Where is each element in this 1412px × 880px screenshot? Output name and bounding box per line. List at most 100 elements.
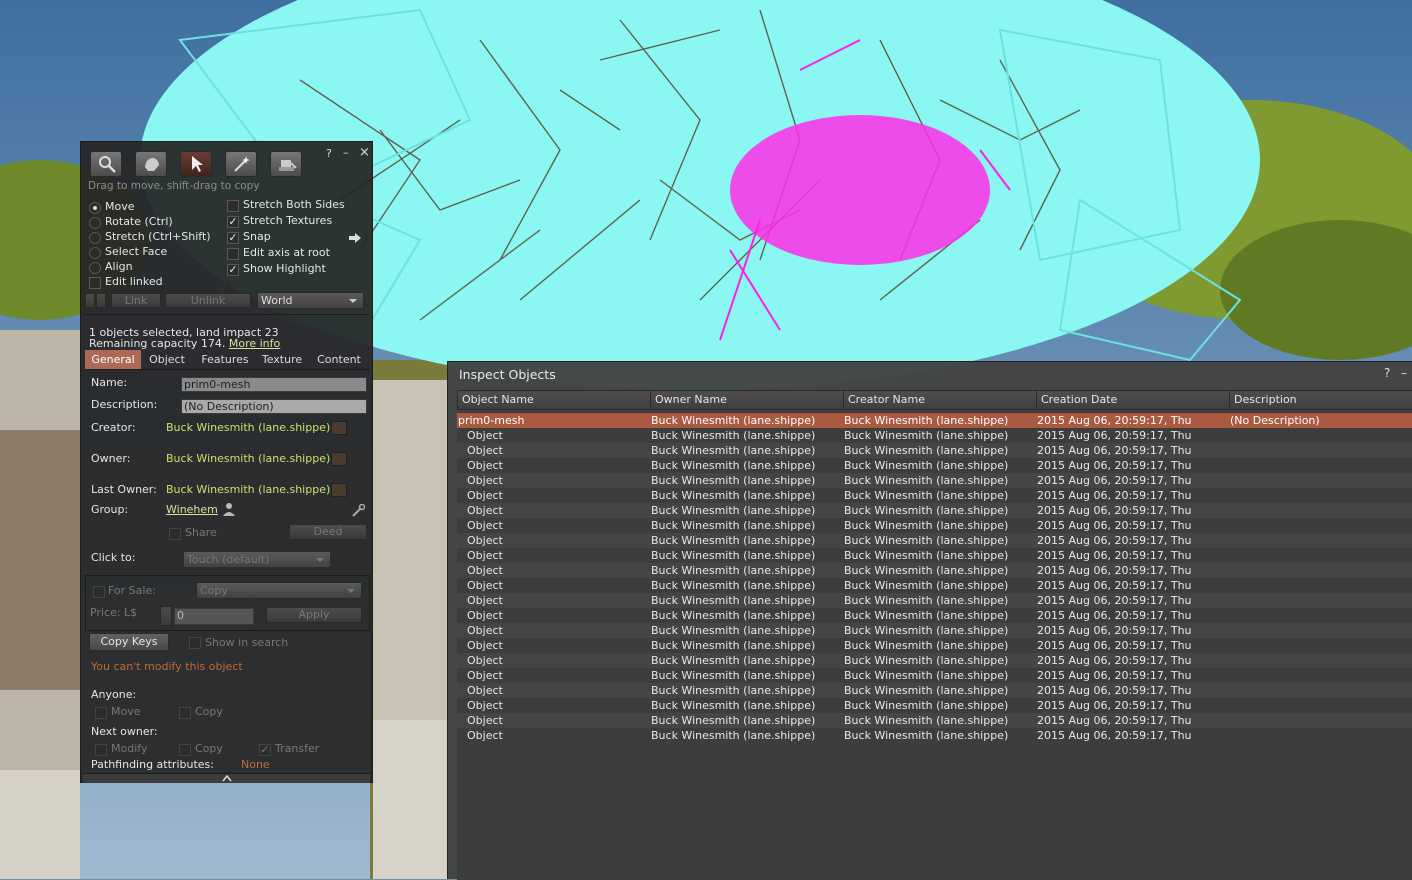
tab-content[interactable]: Content xyxy=(309,350,369,369)
help-button[interactable]: ? xyxy=(326,147,332,160)
table-row[interactable]: Object Buck Winesmith (lane.shippe) Buck W… xyxy=(457,518,1412,533)
table-row[interactable]: Object Buck Winesmith (lane.shippe) Buck W… xyxy=(457,503,1412,518)
table-row[interactable]: Object Buck Winesmith (lane.shippe) Buck W… xyxy=(457,593,1412,608)
stretch-both-sides-checkbox[interactable] xyxy=(227,200,239,212)
table-row[interactable]: Object Buck Winesmith (lane.shippe) Buck W… xyxy=(457,623,1412,638)
grid-options-arrow-icon[interactable] xyxy=(349,233,361,243)
edit-linked-label: Edit linked xyxy=(105,275,163,288)
column-header-description[interactable]: Description xyxy=(1229,390,1412,410)
table-row[interactable]: Object Buck Winesmith (lane.shippe) Buck W… xyxy=(457,668,1412,683)
next-transfer-checkbox[interactable]: ✓ xyxy=(259,744,271,756)
name-field[interactable]: prim0-mesh xyxy=(181,377,367,392)
build-tool-floater[interactable]: ? – × Drag to move, shift-drag to copy M… xyxy=(80,141,373,783)
table-row[interactable]: Object Buck Winesmith (lane.shippe) Buck W… xyxy=(457,578,1412,593)
unlink-button[interactable]: Unlink xyxy=(165,293,251,308)
column-header-creation-date[interactable]: Creation Date xyxy=(1036,390,1230,410)
anyone-copy-checkbox[interactable] xyxy=(179,707,191,719)
last-owner-value[interactable]: Buck Winesmith (lane.shippe) xyxy=(166,483,330,496)
table-row[interactable]: Object Buck Winesmith (lane.shippe) Buck W… xyxy=(457,548,1412,563)
cell-name: Object xyxy=(467,729,503,742)
next-copy-checkbox[interactable] xyxy=(179,744,191,756)
land-tool-button[interactable] xyxy=(270,151,302,177)
table-row[interactable]: Object Buck Winesmith (lane.shippe) Buck W… xyxy=(457,428,1412,443)
owner-value[interactable]: Buck Winesmith (lane.shippe) xyxy=(166,452,330,465)
column-header-creator-name[interactable]: Creator Name xyxy=(843,390,1037,410)
objects-list[interactable]: prim0-mesh Buck Winesmith (lane.shippe) Bu… xyxy=(457,411,1412,880)
owner-profile-icon[interactable] xyxy=(331,452,347,466)
table-row[interactable]: Object Buck Winesmith (lane.shippe) Buck W… xyxy=(457,563,1412,578)
minimize-button[interactable]: – xyxy=(1401,366,1407,380)
table-row[interactable]: Object Buck Winesmith (lane.shippe) Buck W… xyxy=(457,443,1412,458)
next-modify-checkbox[interactable] xyxy=(95,744,107,756)
mode-align-radio[interactable] xyxy=(89,262,101,274)
table-row[interactable]: Object Buck Winesmith (lane.shippe) Buck W… xyxy=(457,608,1412,623)
more-info-link[interactable]: More info xyxy=(229,337,280,350)
edit-axis-root-checkbox[interactable] xyxy=(227,248,239,260)
create-wand-button[interactable] xyxy=(225,151,257,177)
tab-texture[interactable]: Texture xyxy=(259,350,305,369)
share-checkbox[interactable] xyxy=(169,528,181,540)
table-row[interactable]: Object Buck Winesmith (lane.shippe) Buck W… xyxy=(457,488,1412,503)
close-button[interactable]: × xyxy=(359,145,370,160)
apply-button[interactable]: Apply xyxy=(266,607,362,623)
magnifier-icon xyxy=(99,156,116,173)
table-row[interactable]: Object Buck Winesmith (lane.shippe) Buck W… xyxy=(457,638,1412,653)
wrench-icon[interactable] xyxy=(351,504,365,518)
for-sale-checkbox[interactable] xyxy=(93,586,105,598)
mode-move-radio[interactable] xyxy=(89,202,101,214)
show-in-search-checkbox[interactable] xyxy=(189,637,201,649)
stretch-textures-checkbox[interactable]: ✓ xyxy=(227,216,239,228)
group-link[interactable]: Winehem xyxy=(166,503,218,516)
link-button[interactable]: Link xyxy=(111,293,161,308)
copy-keys-button[interactable]: Copy Keys xyxy=(89,633,169,651)
cell-creator: Buck Winesmith (lane.shippe) xyxy=(844,519,1009,532)
next-part-button[interactable] xyxy=(96,293,106,308)
creator-profile-icon[interactable] xyxy=(331,421,347,435)
column-header-owner-name[interactable]: Owner Name xyxy=(650,390,844,410)
cell-creator: Buck Winesmith (lane.shippe) xyxy=(844,714,1009,727)
edit-linked-checkbox[interactable] xyxy=(89,277,101,289)
price-field[interactable]: 0 xyxy=(174,608,254,625)
table-row[interactable]: Object Buck Winesmith (lane.shippe) Buck W… xyxy=(457,473,1412,488)
ruler-mode-dropdown[interactable]: World xyxy=(257,292,364,309)
create-tool-button[interactable] xyxy=(135,151,167,177)
cell-owner: Buck Winesmith (lane.shippe) xyxy=(651,654,816,667)
table-row[interactable]: Object Buck Winesmith (lane.shippe) Buck W… xyxy=(457,728,1412,743)
table-row[interactable]: Object Buck Winesmith (lane.shippe) Buck W… xyxy=(457,698,1412,713)
group-person-icon[interactable] xyxy=(222,502,236,516)
mode-select-face-radio[interactable] xyxy=(89,247,101,259)
table-row[interactable]: Object Buck Winesmith (lane.shippe) Buck W… xyxy=(457,713,1412,728)
click-action-dropdown[interactable]: Touch (default) xyxy=(183,551,331,568)
snap-checkbox[interactable]: ✓ xyxy=(227,232,239,244)
table-row[interactable]: Object Buck Winesmith (lane.shippe) Buck W… xyxy=(457,458,1412,473)
collapse-bar[interactable] xyxy=(83,773,370,783)
cell-creator: Buck Winesmith (lane.shippe) xyxy=(844,444,1009,457)
edit-tool-button[interactable] xyxy=(180,151,212,177)
sale-type-dropdown[interactable]: Copy xyxy=(196,582,362,599)
minimize-button[interactable]: – xyxy=(343,146,349,159)
table-row[interactable]: prim0-mesh Buck Winesmith (lane.shippe) Bu… xyxy=(457,413,1412,428)
help-button[interactable]: ? xyxy=(1384,366,1390,380)
mode-stretch-radio[interactable] xyxy=(89,232,101,244)
price-spinner[interactable] xyxy=(160,606,172,626)
description-field[interactable]: (No Description) xyxy=(181,399,367,414)
last-owner-profile-icon[interactable] xyxy=(331,483,347,497)
mode-rotate-radio[interactable] xyxy=(89,217,101,229)
table-row[interactable]: Object Buck Winesmith (lane.shippe) Buck W… xyxy=(457,533,1412,548)
prev-part-button[interactable] xyxy=(85,293,95,308)
show-highlight-checkbox[interactable]: ✓ xyxy=(227,264,239,276)
creator-value[interactable]: Buck Winesmith (lane.shippe) xyxy=(166,421,330,434)
tab-object[interactable]: Object xyxy=(143,350,191,369)
column-header-object-name[interactable]: Object Name xyxy=(457,390,651,410)
inspect-objects-floater[interactable]: Inspect Objects ? – Object Name Owner Na… xyxy=(447,361,1412,880)
table-row[interactable]: Object Buck Winesmith (lane.shippe) Buck W… xyxy=(457,683,1412,698)
focus-tool-button[interactable] xyxy=(90,151,122,177)
tab-general[interactable]: General xyxy=(85,350,141,369)
deed-button[interactable]: Deed xyxy=(289,524,367,540)
cell-creator: Buck Winesmith (lane.shippe) xyxy=(844,414,1009,427)
cell-name: Object xyxy=(467,624,503,637)
table-row[interactable]: Object Buck Winesmith (lane.shippe) Buck W… xyxy=(457,653,1412,668)
cell-name: Object xyxy=(467,714,503,727)
anyone-move-checkbox[interactable] xyxy=(95,707,107,719)
tab-features[interactable]: Features xyxy=(193,350,257,369)
